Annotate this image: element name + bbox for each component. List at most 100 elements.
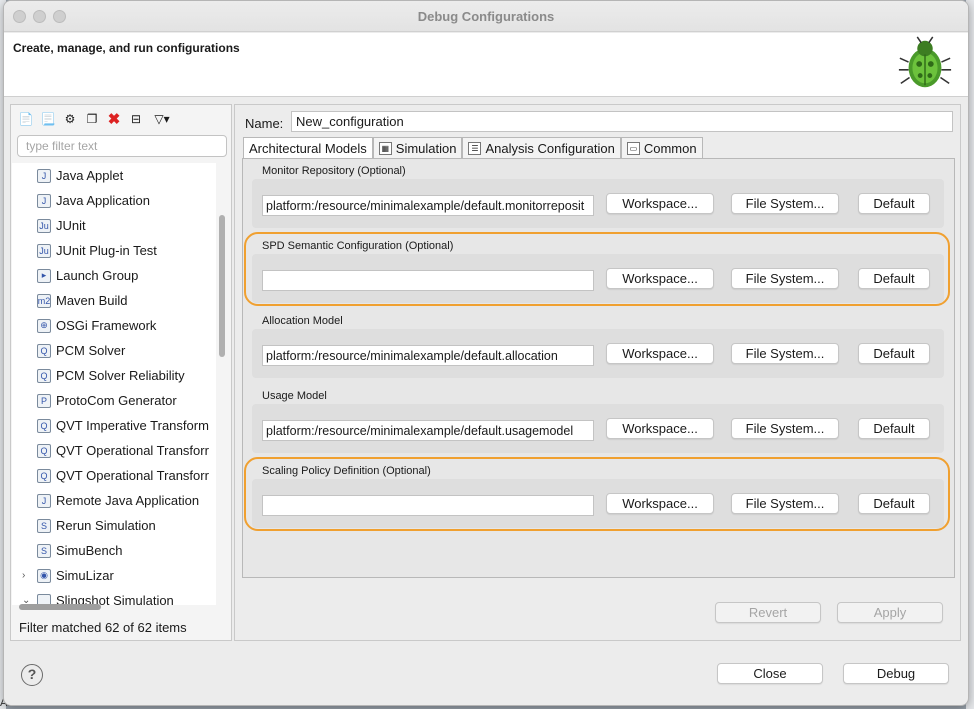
spd-semantic-configuration-default-button[interactable]: Default bbox=[858, 268, 930, 289]
tree-item[interactable]: Q QVT Imperative Transform bbox=[12, 413, 216, 438]
revert-button[interactable]: Revert bbox=[715, 602, 821, 623]
tree-item[interactable]: S Rerun Simulation bbox=[12, 513, 216, 538]
tree-item[interactable]: m2 Maven Build bbox=[12, 288, 216, 313]
configuration-type-panel: 📄 📃 ⚙ ❐ ✖ ⊟ ▽▾ type filter text J Java Ap… bbox=[10, 104, 232, 641]
tree-item[interactable]: Q QVT Operational Transforr bbox=[12, 463, 216, 488]
tab-simulation[interactable]: ▦ Simulation bbox=[372, 137, 463, 158]
usage-model-workspace-button[interactable]: Workspace... bbox=[606, 418, 714, 439]
bug-icon bbox=[898, 36, 952, 88]
group-allocation-model: platform:/resource/minimalexample/defaul… bbox=[252, 329, 944, 378]
tree-item[interactable]: ⊕ OSGi Framework bbox=[12, 313, 216, 338]
new-configuration-icon[interactable]: 📄 bbox=[17, 110, 35, 128]
launch-type-icon: J bbox=[37, 168, 51, 183]
tree-item-label: JUnit bbox=[56, 218, 86, 233]
filter-icon[interactable]: ▽▾ bbox=[149, 110, 175, 128]
tree-item[interactable]: S SimuBench bbox=[12, 538, 216, 563]
tree-item[interactable]: Ju JUnit Plug-in Test bbox=[12, 238, 216, 263]
launch-type-icon: ▸ bbox=[37, 268, 51, 283]
tab-label: Common bbox=[643, 140, 697, 156]
launch-type-icon: ⊕ bbox=[37, 318, 51, 333]
tree-item-label: JUnit Plug-in Test bbox=[56, 243, 157, 258]
tree-horizontal-scrollbar[interactable] bbox=[19, 604, 101, 610]
group-title-monitor-repository: Monitor Repository (Optional) bbox=[262, 165, 406, 177]
tree-item[interactable]: J Remote Java Application bbox=[12, 488, 216, 513]
group-scaling-policy-definition: Workspace... File System... Default bbox=[252, 479, 944, 528]
tree-item-label: OSGi Framework bbox=[56, 318, 157, 333]
filter-status: Filter matched 62 of 62 items bbox=[19, 620, 187, 635]
tab-architectural-models[interactable]: Architectural Models bbox=[243, 137, 373, 158]
launch-type-icon: P bbox=[37, 393, 51, 408]
tree-vertical-scrollbar[interactable] bbox=[219, 215, 225, 357]
usage-model-path-field[interactable]: platform:/resource/minimalexample/defaul… bbox=[262, 420, 594, 441]
monitor-repository-filesystem-button[interactable]: File System... bbox=[731, 193, 839, 214]
scaling-policy-definition-default-button[interactable]: Default bbox=[858, 493, 930, 514]
tab-label: Analysis Configuration bbox=[485, 140, 615, 156]
tab-label: Simulation bbox=[395, 140, 457, 156]
scaling-policy-definition-filesystem-button[interactable]: File System... bbox=[731, 493, 839, 514]
collapse-all-icon[interactable]: ⊟ bbox=[127, 110, 145, 128]
tree-item-label: Java Applet bbox=[56, 168, 124, 183]
spd-semantic-configuration-path-field[interactable] bbox=[262, 270, 594, 291]
new-prototype-icon[interactable]: 📃 bbox=[39, 110, 57, 128]
expand-arrow-icon[interactable]: › bbox=[22, 570, 25, 581]
tree-item-label: QVT Operational Transforr bbox=[56, 468, 209, 483]
tree-item-label: Rerun Simulation bbox=[56, 518, 156, 533]
tree-item[interactable]: › ◉ SimuLizar bbox=[12, 563, 216, 588]
group-monitor-repository: platform:/resource/minimalexample/defaul… bbox=[252, 179, 944, 228]
spd-semantic-configuration-workspace-button[interactable]: Workspace... bbox=[606, 268, 714, 289]
debug-button[interactable]: Debug bbox=[843, 663, 949, 684]
tree-item[interactable]: J Java Application bbox=[12, 188, 216, 213]
tree-item[interactable]: Q PCM Solver bbox=[12, 338, 216, 363]
help-icon[interactable]: ? bbox=[21, 664, 43, 686]
tree-item-label: SimuBench bbox=[56, 543, 123, 558]
monitor-repository-workspace-button[interactable]: Workspace... bbox=[606, 193, 714, 214]
allocation-model-path-field[interactable]: platform:/resource/minimalexample/defaul… bbox=[262, 345, 594, 366]
launch-type-icon: Q bbox=[37, 468, 51, 483]
allocation-model-filesystem-button[interactable]: File System... bbox=[731, 343, 839, 364]
group-title-spd-semantic-configuration: SPD Semantic Configuration (Optional) bbox=[262, 240, 454, 252]
analysis-configuration-icon: ☰ bbox=[468, 141, 482, 155]
usage-model-default-button[interactable]: Default bbox=[858, 418, 930, 439]
tree-item[interactable]: Ju JUnit bbox=[12, 213, 216, 238]
allocation-model-workspace-button[interactable]: Workspace... bbox=[606, 343, 714, 364]
usage-model-filesystem-button[interactable]: File System... bbox=[731, 418, 839, 439]
tree-item-label: Java Application bbox=[56, 193, 150, 208]
apply-button[interactable]: Apply bbox=[837, 602, 943, 623]
delete-icon[interactable]: ✖ bbox=[105, 110, 123, 128]
group-title-allocation-model: Allocation Model bbox=[262, 315, 343, 327]
name-field[interactable]: New_configuration bbox=[291, 111, 953, 132]
name-label: Name: bbox=[245, 116, 284, 131]
tree-item-label: SimuLizar bbox=[56, 568, 114, 583]
close-button[interactable]: Close bbox=[717, 663, 823, 684]
monitor-repository-default-button[interactable]: Default bbox=[858, 193, 930, 214]
tab-common[interactable]: ▭ Common bbox=[620, 137, 703, 158]
left-toolbar: 📄 📃 ⚙ ❐ ✖ ⊟ ▽▾ bbox=[17, 109, 175, 129]
scaling-policy-definition-workspace-button[interactable]: Workspace... bbox=[606, 493, 714, 514]
allocation-model-default-button[interactable]: Default bbox=[858, 343, 930, 364]
tree-item-label: ProtoCom Generator bbox=[56, 393, 177, 408]
tab-label: Architectural Models bbox=[249, 140, 367, 156]
tree-item[interactable]: ⌄ Slingshot Simulation bbox=[12, 588, 216, 605]
duplicate-icon[interactable]: ❐ bbox=[83, 110, 101, 128]
scaling-policy-definition-path-field[interactable] bbox=[262, 495, 594, 516]
tab-analysis-configuration[interactable]: ☰ Analysis Configuration bbox=[462, 137, 621, 158]
spd-semantic-configuration-filesystem-button[interactable]: File System... bbox=[731, 268, 839, 289]
header-title: Create, manage, and run configurations bbox=[13, 41, 240, 55]
configuration-tree: J Java Applet J Java Application Ju JUnit Ju JU… bbox=[12, 163, 216, 605]
launch-type-icon: S bbox=[37, 518, 51, 533]
launch-type-icon: m2 bbox=[37, 293, 51, 308]
filter-input[interactable]: type filter text bbox=[17, 135, 227, 157]
tree-item[interactable]: J Java Applet bbox=[12, 163, 216, 188]
export-icon[interactable]: ⚙ bbox=[61, 110, 79, 128]
monitor-repository-path-field[interactable]: platform:/resource/minimalexample/defaul… bbox=[262, 195, 594, 216]
tree-item[interactable]: P ProtoCom Generator bbox=[12, 388, 216, 413]
titlebar: Debug Configurations bbox=[4, 1, 968, 32]
group-title-usage-model: Usage Model bbox=[262, 390, 327, 402]
tree-item[interactable]: Q QVT Operational Transforr bbox=[12, 438, 216, 463]
window-title: Debug Configurations bbox=[417, 9, 555, 24]
launch-type-icon: Ju bbox=[37, 243, 51, 258]
tree-item[interactable]: ▸ Launch Group bbox=[12, 263, 216, 288]
dialog-header: Create, manage, and run configurations bbox=[4, 33, 968, 97]
launch-type-icon: Q bbox=[37, 418, 51, 433]
tree-item[interactable]: Q PCM Solver Reliability bbox=[12, 363, 216, 388]
